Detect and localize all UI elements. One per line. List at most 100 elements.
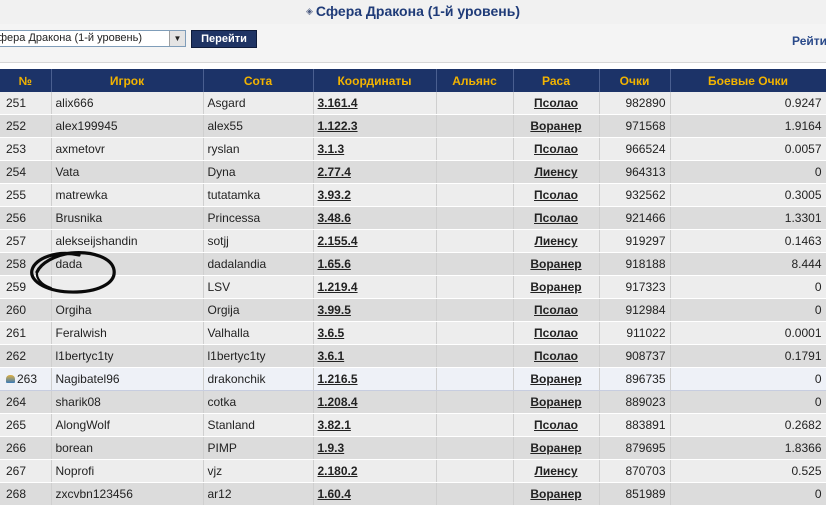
chevron-down-icon[interactable]: ▼: [169, 31, 185, 46]
battle-points-cell-text: 0.1463: [784, 234, 822, 248]
coords-link[interactable]: 2.155.4: [318, 234, 358, 248]
player-cell-text: sharik08: [55, 395, 101, 409]
battle-points-cell: 0.9247: [670, 92, 826, 115]
coords-link[interactable]: 1.9.3: [318, 441, 345, 455]
ranking-table: № Игрок Сота Координаты Альянс Раса Очки…: [0, 69, 826, 506]
alliance-cell: [436, 298, 514, 322]
table-row: 252 alex199945 alex55 1.122.3 Воранер 971568 1…: [0, 114, 826, 138]
race-cell: Псолао: [513, 344, 600, 368]
coords-link[interactable]: 2.180.2: [318, 464, 358, 478]
page-title: Сфера Дракона (1-й уровень): [315, 3, 520, 19]
alliance-cell: [436, 482, 514, 506]
race-link[interactable]: Псолао: [534, 211, 578, 225]
race-link[interactable]: Псолао: [534, 96, 578, 110]
alliance-cell: [436, 436, 514, 460]
hive-cell: Princessa: [203, 206, 314, 230]
go-button[interactable]: Перейти: [191, 30, 257, 48]
coords-link[interactable]: 1.219.4: [318, 280, 358, 294]
hive-cell: LSV: [203, 275, 314, 299]
rank-cell-text: 255: [6, 188, 27, 202]
player-cell-text: Vata: [55, 165, 80, 179]
battle-points-cell-text: 0.2682: [784, 418, 822, 432]
hive-cell: Valhalla: [203, 321, 314, 345]
coords-link[interactable]: 1.208.4: [318, 395, 358, 409]
hive-cell-text: drakonchik: [207, 372, 266, 386]
race-link[interactable]: Лиенсу: [534, 234, 577, 248]
column-header-coords[interactable]: Координаты: [313, 69, 437, 92]
column-header-battle-points[interactable]: Боевые Очки: [670, 69, 826, 92]
column-header-player[interactable]: Игрок: [51, 69, 204, 92]
hive-cell: alex55: [203, 114, 314, 138]
coords-link[interactable]: 1.65.6: [318, 257, 351, 271]
race-cell: Псолао: [513, 298, 600, 322]
coords-cell: 1.65.6: [313, 252, 437, 276]
hive-cell: Orgija: [203, 298, 314, 322]
coords-link[interactable]: 2.77.4: [318, 165, 351, 179]
race-link[interactable]: Воранер: [530, 280, 581, 294]
race-link[interactable]: Псолао: [534, 188, 578, 202]
battle-points-cell-text: 0.0001: [784, 326, 822, 340]
player-cell: Orgiha: [51, 298, 204, 322]
column-header-points[interactable]: Очки: [599, 69, 671, 92]
coords-link[interactable]: 3.6.1: [318, 349, 345, 363]
coords-link[interactable]: 3.93.2: [318, 188, 351, 202]
rank-cell: 251: [0, 92, 52, 115]
column-header-race[interactable]: Раса: [513, 69, 600, 92]
race-link[interactable]: Псолао: [534, 303, 578, 317]
rank-cell: 264: [0, 390, 52, 414]
hive-cell-text: alex55: [207, 119, 243, 133]
race-link[interactable]: Псолао: [534, 142, 578, 156]
rank-cell-text: 267: [6, 464, 27, 478]
race-link[interactable]: Лиенсу: [534, 464, 577, 478]
points-cell: 982890: [599, 92, 671, 115]
points-cell-text: 971568: [625, 119, 666, 133]
points-cell-text: 908737: [625, 349, 666, 363]
hive-cell: ryslan: [203, 137, 314, 161]
coords-link[interactable]: 3.82.1: [318, 418, 351, 432]
rank-cell-text: 252: [6, 119, 27, 133]
battle-points-cell: 8.444: [670, 252, 826, 276]
hive-cell: Asgard: [203, 92, 314, 115]
player-cell-text: axmetovr: [55, 142, 105, 156]
player-cell: l1bertyc1ty: [51, 344, 204, 368]
coords-link[interactable]: 3.1.3: [318, 142, 345, 156]
battle-points-cell-text: 1.9164: [784, 119, 822, 133]
race-link[interactable]: Псолао: [534, 326, 578, 340]
coords-cell: 3.6.1: [313, 344, 437, 368]
coords-link[interactable]: 1.122.3: [318, 119, 358, 133]
race-link[interactable]: Воранер: [530, 119, 581, 133]
coords-link[interactable]: 1.216.5: [318, 372, 358, 386]
race-link[interactable]: Воранер: [530, 441, 581, 455]
race-link[interactable]: Псолао: [534, 349, 578, 363]
race-link[interactable]: Лиенсу: [534, 165, 577, 179]
rating-link[interactable]: Рейти: [792, 34, 826, 48]
coords-cell: 1.219.4: [313, 275, 437, 299]
race-link[interactable]: Воранер: [530, 372, 581, 386]
race-link[interactable]: Воранер: [530, 395, 581, 409]
table-row-current-player: 263 Nagibatel96 drakonchik 1.216.5 Воранер 89…: [0, 367, 826, 391]
column-header-alliance[interactable]: Альянс: [436, 69, 514, 92]
points-cell: 896735: [599, 367, 671, 391]
coords-link[interactable]: 3.161.4: [318, 96, 358, 110]
player-cell-text: borean: [55, 441, 93, 455]
points-cell: 921466: [599, 206, 671, 230]
column-header-hive[interactable]: Сота: [203, 69, 314, 92]
column-header-rank[interactable]: №: [0, 69, 52, 92]
rank-cell: 253: [0, 137, 52, 161]
table-row: 260 Orgiha Orgija 3.99.5 Псолао 912984 0: [0, 298, 826, 322]
rank-cell-text: 266: [6, 441, 27, 455]
player-cell: [51, 275, 204, 299]
coords-link[interactable]: 3.6.5: [318, 326, 345, 340]
race-link[interactable]: Воранер: [530, 257, 581, 271]
coords-cell: 3.93.2: [313, 183, 437, 207]
coords-link[interactable]: 3.48.6: [318, 211, 351, 225]
battle-points-cell-text: 0.9247: [784, 96, 822, 110]
race-link[interactable]: Воранер: [530, 487, 581, 501]
table-row: 267 Noprofi vjz 2.180.2 Лиенсу 870703 0.525: [0, 459, 826, 483]
race-link[interactable]: Псолао: [534, 418, 578, 432]
alliance-cell: [436, 321, 514, 345]
coords-link[interactable]: 3.99.5: [318, 303, 351, 317]
coords-link[interactable]: 1.60.4: [318, 487, 351, 501]
player-cell: alekseijshandin: [51, 229, 204, 253]
universe-select[interactable]: фера Дракона (1-й уровень) ▼: [0, 30, 186, 47]
